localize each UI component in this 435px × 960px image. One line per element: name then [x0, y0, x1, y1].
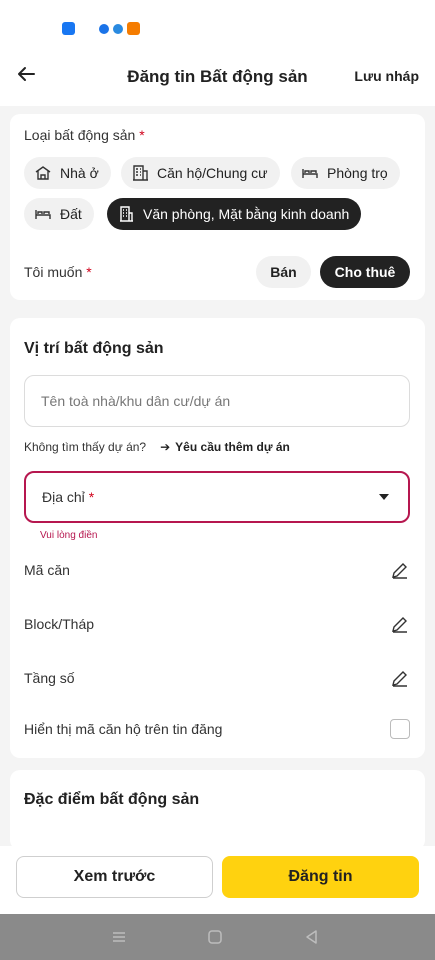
pencil-icon[interactable]: [390, 560, 410, 580]
address-dropdown[interactable]: Địa chỉ *: [24, 471, 410, 523]
post-button[interactable]: Đăng tin: [222, 856, 419, 898]
chip-house[interactable]: Nhà ở: [24, 157, 111, 189]
features-card: Đặc điểm bất động sản: [10, 770, 425, 850]
status-bar: [0, 0, 435, 48]
app-icon: [113, 23, 123, 34]
home-icon[interactable]: [207, 929, 223, 945]
notification-icons: [62, 22, 140, 35]
location-title: Vị trí bất động sản: [24, 340, 164, 357]
messenger-icon: [99, 23, 109, 34]
arrow-right-icon: ➔: [160, 440, 171, 454]
office-icon: [120, 206, 133, 222]
app-header: Đăng tin Bất động sản Lưu nháp: [0, 48, 435, 106]
preview-button[interactable]: Xem trước: [16, 856, 213, 898]
show-code-checkbox[interactable]: [390, 719, 410, 739]
caret-down-icon: [379, 494, 389, 500]
show-code-row: Hiển thị mã căn hộ trên tin đăng: [24, 719, 410, 739]
floor-row[interactable]: Tầng số: [24, 668, 410, 688]
chip-apartment[interactable]: Căn hộ/Chung cư: [121, 157, 280, 189]
address-error: Vui lòng điền: [40, 530, 98, 541]
chip-office[interactable]: Văn phòng, Mặt bằng kinh doanh: [107, 198, 362, 230]
store-icon: [127, 22, 140, 35]
not-found-text: Không tìm thấy dự án?: [24, 440, 147, 454]
chip-room[interactable]: Phòng trọ: [291, 157, 400, 189]
features-title: Đặc điểm bất động sản: [24, 791, 200, 808]
project-help-row: Không tìm thấy dự án? ➔ Yêu cầu thêm dự …: [24, 440, 290, 454]
system-nav-bar: [0, 914, 435, 960]
property-type-card: Loại bất động sản * Nhà ở Căn hộ/Chung c…: [10, 114, 425, 300]
house-icon: [35, 166, 51, 180]
bed-icon: [302, 169, 318, 178]
chip-land[interactable]: Đất: [24, 198, 94, 230]
rent-toggle[interactable]: Cho thuê: [320, 256, 410, 288]
pencil-icon[interactable]: [390, 668, 410, 688]
request-project-link[interactable]: ➔ Yêu cầu thêm dự án: [160, 440, 290, 454]
project-input[interactable]: Tên toà nhà/khu dân cư/dự án: [24, 375, 410, 427]
location-card: Vị trí bất động sản Tên toà nhà/khu dân …: [10, 318, 425, 758]
save-draft-button[interactable]: Lưu nháp: [354, 68, 419, 84]
intent-label: Tôi muốn *: [24, 264, 92, 280]
action-bar: Xem trước Đăng tin: [0, 846, 435, 914]
sell-toggle[interactable]: Bán: [256, 256, 311, 288]
bed-icon: [35, 210, 51, 219]
pencil-icon[interactable]: [390, 614, 410, 634]
menu-icon[interactable]: [111, 929, 127, 945]
unit-code-row[interactable]: Mã căn: [24, 560, 410, 580]
back-icon[interactable]: [304, 929, 320, 945]
property-type-label: Loại bất động sản *: [24, 127, 145, 143]
facebook-icon: [62, 22, 75, 35]
building-icon: [133, 165, 148, 181]
block-row[interactable]: Block/Tháp: [24, 614, 410, 634]
